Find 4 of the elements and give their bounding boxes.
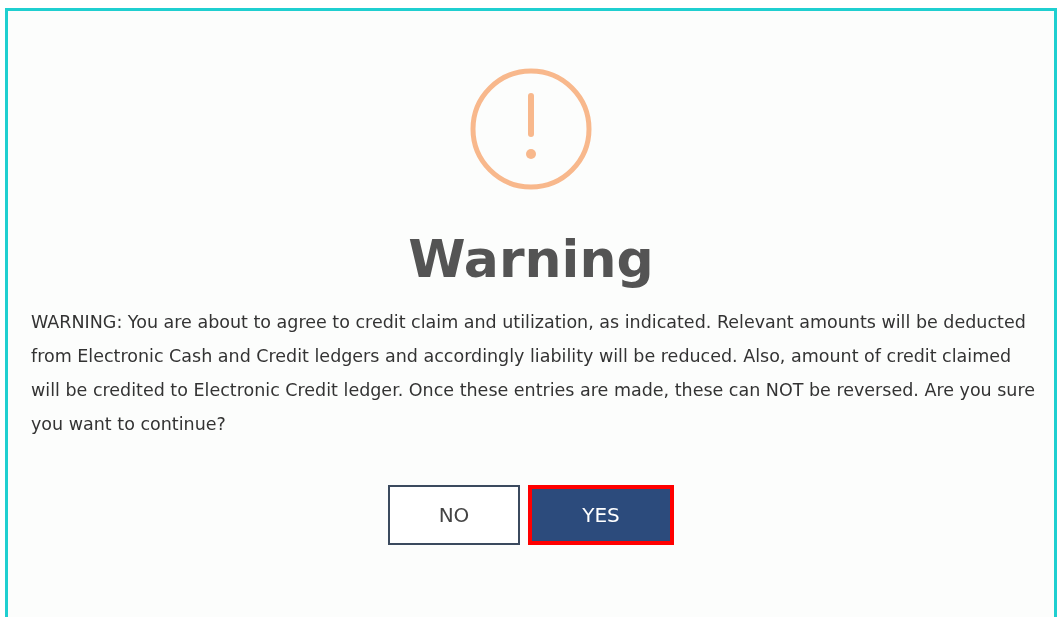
- yes-button[interactable]: YES: [528, 485, 674, 545]
- exclamation-icon: [469, 67, 593, 191]
- no-button[interactable]: NO: [388, 485, 520, 545]
- warning-message: WARNING: You are about to agree to credit claim and utilization, as indicated. Relevant amounts will be deducted from Electronic Cash and Credit ledgers and accordingly liability will be reduced. Also, amount of credit claimed will be credited to Electronic Credit ledger. Once these entries are made, these can NOT be reversed. Are you sure you want to continue?: [30, 311, 1037, 436]
